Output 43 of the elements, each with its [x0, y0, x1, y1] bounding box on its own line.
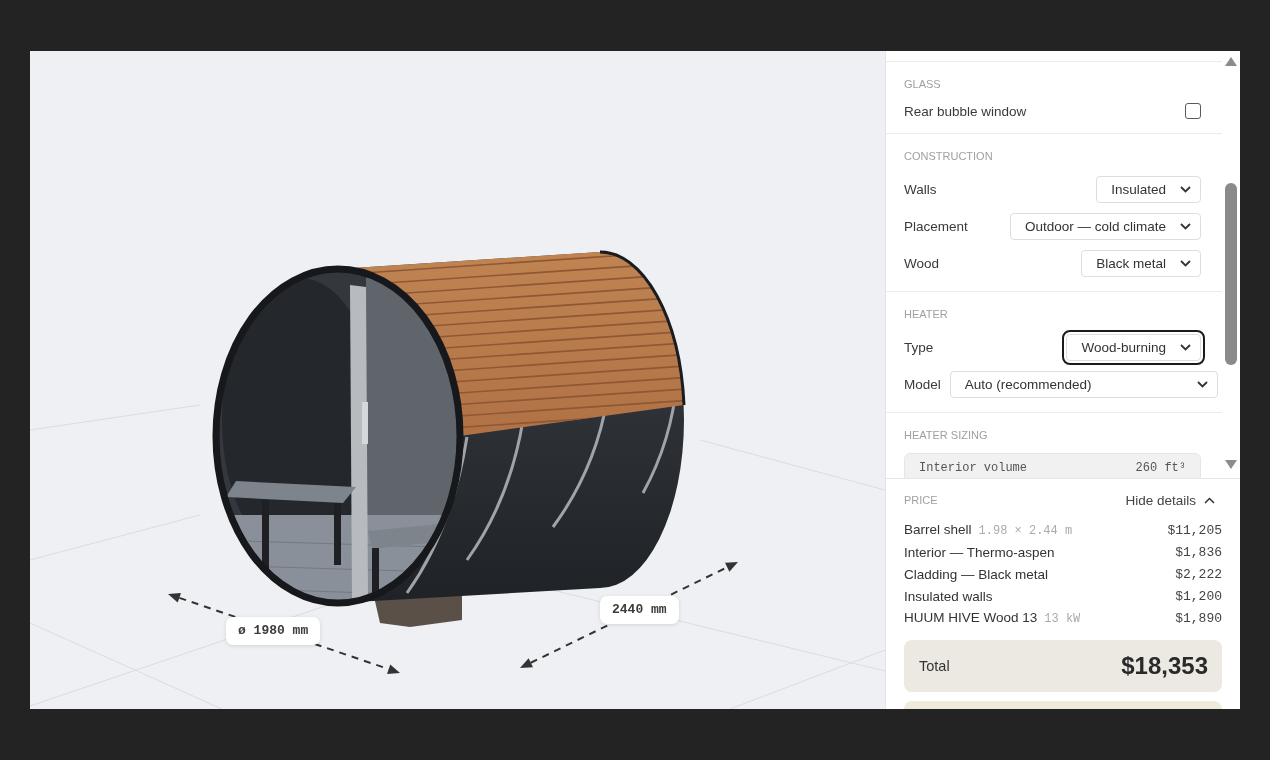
- price-item-note: 13 kW: [1044, 612, 1081, 626]
- price-item-label: Barrel shell: [904, 522, 972, 537]
- dropdown[interactable]: Insulated: [1096, 175, 1201, 203]
- section-heading: HEATER: [904, 307, 949, 321]
- price-amount: $1,890: [1175, 610, 1222, 626]
- chevron-down-icon: [1197, 380, 1208, 388]
- option-label: Type: [904, 339, 934, 355]
- price-item-label: Interior — Thermo-aspen: [904, 544, 1055, 560]
- price-amount: $2,222: [1175, 566, 1222, 582]
- price-item-label: Cladding — Black metal: [904, 566, 1049, 582]
- scroll-up-icon[interactable]: [1225, 57, 1237, 66]
- dropdown[interactable]: Auto (recommended): [949, 370, 1218, 398]
- section-heading: CONSTRUCTION: [904, 149, 994, 163]
- scrollbar-thumb[interactable]: [1225, 183, 1237, 365]
- price-amount: $1,836: [1175, 544, 1222, 560]
- option-label: Model: [904, 376, 941, 392]
- chevron-down-icon: [1180, 185, 1191, 193]
- chevron-down-icon: [1180, 222, 1191, 230]
- option-label: Placement: [904, 218, 968, 234]
- dimension-label: 2440 mm: [600, 596, 679, 624]
- section-heading: GLASS: [904, 77, 942, 91]
- readout-value: 260 ft³: [1135, 461, 1186, 475]
- total-label: Total: [919, 658, 950, 674]
- dimension-label: ø 1980 mm: [226, 617, 321, 645]
- price-item-note: 1.98 × 2.44 m: [978, 524, 1073, 538]
- chevron-down-icon: [1180, 259, 1191, 267]
- hide-details-button[interactable]: Hide details: [1125, 492, 1215, 508]
- checkbox[interactable]: [1185, 103, 1201, 119]
- dropdown[interactable]: Black metal: [1081, 249, 1201, 277]
- readout-label: Interior volume: [919, 461, 1028, 475]
- total-amount: $18,353: [1121, 652, 1208, 680]
- price-amount: $11,205: [1167, 522, 1222, 538]
- price-amount: $1,200: [1175, 588, 1222, 604]
- chevron-down-icon: [1180, 343, 1191, 351]
- option-label: Walls: [904, 181, 937, 197]
- section-heading: PRICE: [904, 493, 938, 507]
- price-item-label: HUUM HIVE Wood 13: [904, 610, 1038, 625]
- price-item-label: Insulated walls: [904, 588, 993, 604]
- dropdown[interactable]: Outdoor — cold climate: [1009, 212, 1201, 240]
- option-label: Wood: [904, 255, 940, 271]
- scroll-down-icon[interactable]: [1225, 460, 1237, 469]
- option-label: Rear bubble window: [904, 103, 1027, 119]
- section-heading: HEATER SIZING: [904, 428, 989, 442]
